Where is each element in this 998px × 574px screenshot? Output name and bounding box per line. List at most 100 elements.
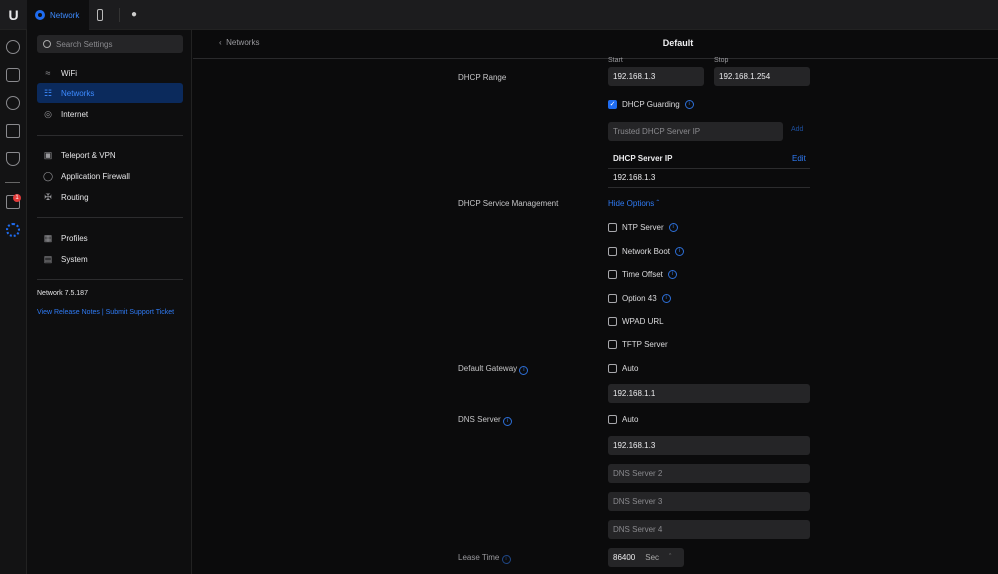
add-button[interactable]: Add: [791, 126, 803, 133]
page-title: Default: [662, 38, 694, 48]
edit-button[interactable]: Edit: [792, 154, 806, 163]
support-ticket-link[interactable]: Submit Support Ticket: [106, 309, 174, 316]
dhcp-start-input[interactable]: 192.168.1.3: [608, 67, 704, 86]
dhcp-server-ip-header: DHCP Server IP: [613, 154, 673, 163]
lease-time-input[interactable]: 86400 Sec ˆ: [608, 548, 684, 567]
auto-label: Auto: [622, 364, 639, 373]
sidebar-item-label: Internet: [61, 109, 89, 119]
dns-server-3-input[interactable]: DNS Server 3: [608, 492, 810, 511]
stepper-icon[interactable]: ˆ: [669, 554, 671, 561]
search-settings-input[interactable]: Search Settings: [37, 35, 183, 53]
dns-server-2-input[interactable]: DNS Server 2: [608, 464, 810, 483]
time-offset-checkbox[interactable]: Time Offset i: [608, 270, 677, 279]
sidebar-item-label: Application Firewall: [61, 171, 130, 181]
info-icon[interactable]: i: [675, 247, 685, 256]
network-boot-checkbox[interactable]: Network Boot i: [608, 247, 685, 256]
settings-gear-icon[interactable]: [6, 223, 20, 237]
wifi-icon: ≈: [45, 68, 51, 78]
sidebar-item-label: Routing: [61, 192, 89, 202]
ubiquiti-logo[interactable]: U: [0, 0, 27, 30]
main-header: ‹ Networks Default: [193, 30, 998, 59]
tftp-server-checkbox[interactable]: TFTP Server: [608, 340, 668, 349]
dhcp-guarding-checkbox[interactable]: ✓ DHCP Guarding i: [608, 100, 694, 109]
footer-links: View Release Notes | Submit Support Tick…: [37, 309, 174, 316]
sidebar-item-application-firewall[interactable]: ◯ Application Firewall: [37, 166, 183, 186]
ntp-server-checkbox[interactable]: NTP Server i: [608, 223, 678, 232]
dns-auto-checkbox[interactable]: Auto: [608, 415, 638, 424]
checkbox-icon: [608, 364, 617, 373]
info-icon[interactable]: i: [519, 366, 529, 375]
dns-server-label: DNS Server i: [458, 415, 512, 426]
link-separator: |: [101, 309, 104, 316]
start-label: Start: [608, 57, 623, 64]
lease-time-value: 86400: [613, 553, 636, 562]
checkbox-icon: [608, 415, 617, 424]
auto-label: Auto: [622, 415, 639, 424]
label-text: Default Gateway: [458, 364, 518, 373]
checkbox-icon: [608, 270, 617, 279]
wpad-url-checkbox[interactable]: WPAD URL: [608, 317, 664, 326]
sidebar-item-teleport-vpn[interactable]: ▣ Teleport & VPN: [37, 145, 183, 165]
option-label: Time Offset: [622, 270, 663, 279]
info-icon[interactable]: i: [501, 555, 511, 564]
sidebar-item-internet[interactable]: ◎ Internet: [37, 104, 183, 124]
checkbox-icon: [608, 317, 617, 326]
hide-options-toggle[interactable]: Hide Options ˆ: [608, 199, 659, 208]
dns-server-1-input[interactable]: 192.168.1.3: [608, 436, 810, 455]
device-icon[interactable]: [97, 9, 103, 21]
gateway-auto-checkbox[interactable]: Auto: [608, 364, 638, 373]
search-placeholder: Search Settings: [56, 39, 113, 49]
info-icon[interactable]: i: [684, 100, 694, 109]
sidebar-item-routing[interactable]: ✠ Routing: [37, 187, 183, 207]
divider: [119, 8, 120, 22]
option-43-checkbox[interactable]: Option 43 i: [608, 294, 671, 303]
trusted-dhcp-server-input[interactable]: Trusted DHCP Server IP: [608, 122, 783, 141]
lease-time-label: Lease Time i: [458, 553, 511, 564]
icon-rail: 1: [0, 30, 27, 574]
sidebar-item-wifi[interactable]: ≈ WiFi: [37, 63, 183, 83]
option-label: Network Boot: [622, 247, 671, 256]
sidebar-item-label: WiFi: [61, 68, 77, 78]
clients-icon[interactable]: [6, 124, 20, 138]
dhcp-stop-input[interactable]: 192.168.1.254: [714, 67, 810, 86]
sidebar-item-profiles[interactable]: ▦ Profiles: [37, 228, 183, 248]
dashboard-icon[interactable]: [6, 40, 20, 54]
user-settings-icon[interactable]: ●: [131, 9, 137, 20]
checkbox-icon: [608, 247, 617, 256]
default-gateway-input[interactable]: 192.168.1.1: [608, 384, 810, 403]
info-icon[interactable]: i: [667, 270, 677, 279]
topology-icon[interactable]: [6, 68, 20, 82]
release-notes-link[interactable]: View Release Notes: [37, 309, 100, 316]
info-icon[interactable]: i: [502, 417, 512, 426]
search-icon: [43, 40, 51, 48]
monitor-icon: ▣: [43, 149, 53, 160]
rail-divider: [5, 182, 20, 183]
chevron-up-icon: ˆ: [656, 199, 660, 208]
sidebar-item-system[interactable]: ▤ System: [37, 249, 183, 269]
info-icon[interactable]: i: [668, 223, 678, 232]
checkbox-icon: [608, 340, 617, 349]
network-app-icon: [35, 10, 45, 20]
shield-icon[interactable]: [6, 152, 20, 166]
shield-icon: ◯: [42, 170, 54, 181]
dhcp-server-ip-value: 192.168.1.3: [613, 173, 656, 182]
info-icon[interactable]: i: [661, 294, 671, 303]
globe-icon: ◎: [44, 108, 52, 119]
lease-time-unit: Sec: [645, 553, 660, 562]
sidebar-item-label: Profiles: [61, 233, 88, 243]
dns-server-4-input[interactable]: DNS Server 4: [608, 520, 810, 539]
tab-network[interactable]: Network: [27, 0, 89, 30]
version-text: Network 7.5.187: [37, 290, 88, 297]
label-text: DNS Server: [458, 415, 501, 424]
option-label: NTP Server: [622, 223, 664, 232]
checkbox-icon: [608, 294, 617, 303]
dhcp-range-label: DHCP Range: [458, 73, 507, 82]
settings-sidebar: Search Settings ≈ WiFi ☷ Networks ◎ Interne…: [27, 30, 192, 574]
checkbox-icon: [608, 223, 617, 232]
divider: [37, 217, 183, 218]
option-label: TFTP Server: [622, 340, 668, 349]
sidebar-item-networks[interactable]: ☷ Networks: [37, 83, 183, 103]
sidebar-item-label: Teleport & VPN: [61, 150, 116, 160]
devices-icon[interactable]: [6, 96, 20, 110]
option-label: WPAD URL: [622, 317, 664, 326]
